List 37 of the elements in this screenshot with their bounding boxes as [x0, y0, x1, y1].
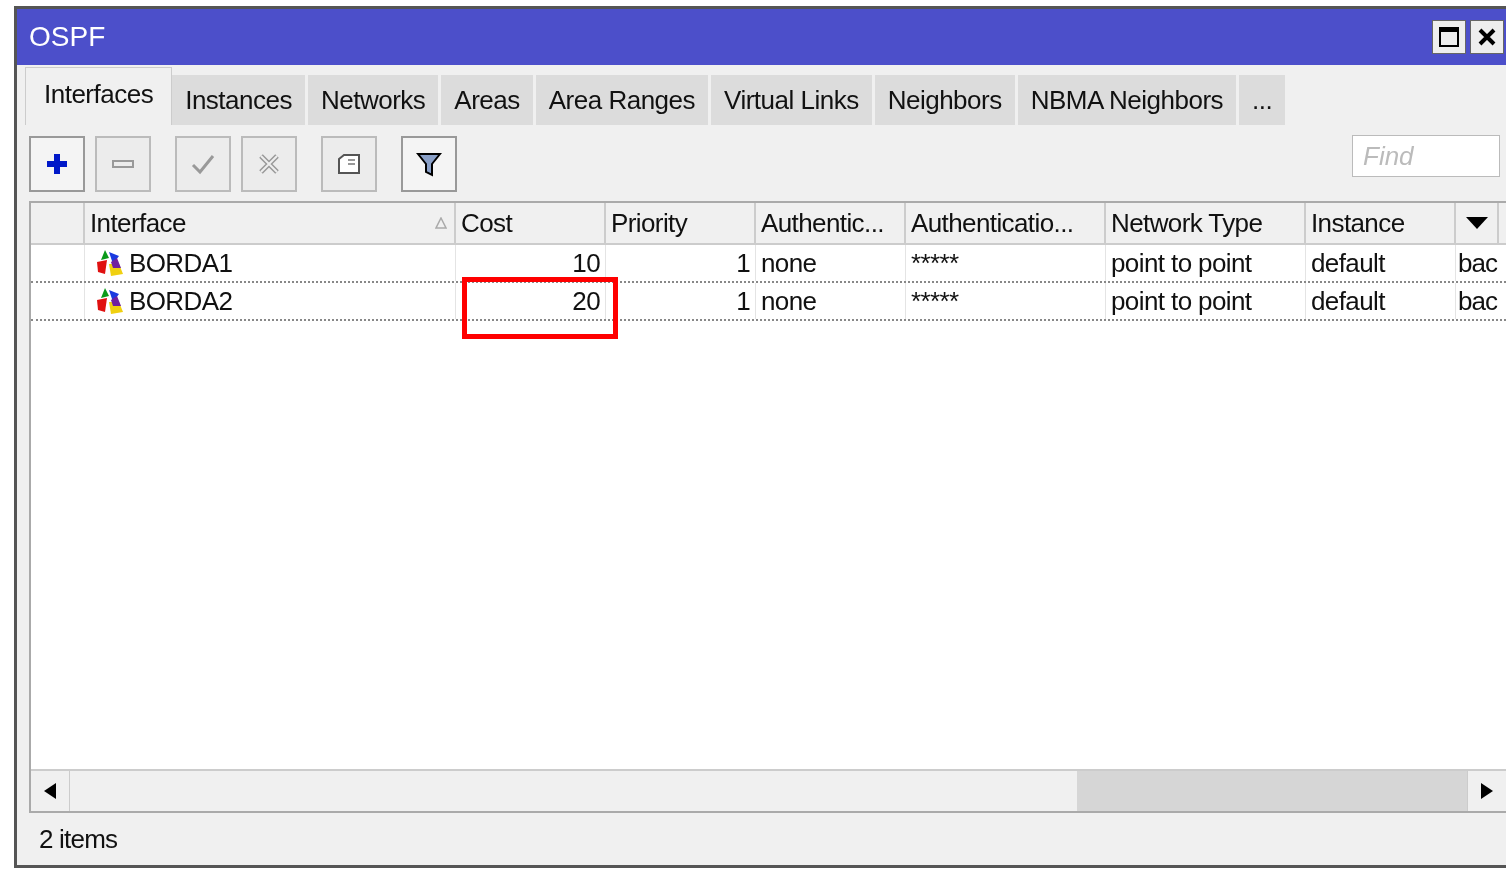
- scrollbar-thumb[interactable]: [1077, 771, 1467, 811]
- close-button[interactable]: [1470, 20, 1504, 54]
- tab[interactable]: Virtual Links: [711, 75, 875, 125]
- find-field[interactable]: Find: [1352, 135, 1500, 177]
- table-cell: *****: [906, 245, 1106, 281]
- table-cell: point to point: [1106, 283, 1306, 319]
- item-count: 2 items: [39, 823, 118, 855]
- plus-icon: [44, 151, 70, 177]
- table-cell: default: [1306, 245, 1456, 281]
- horizontal-scrollbar[interactable]: [31, 769, 1506, 811]
- filter-icon: [416, 151, 442, 177]
- table-cell: point to point: [1106, 245, 1306, 281]
- tab[interactable]: Areas: [441, 75, 536, 125]
- filter-button[interactable]: [401, 136, 457, 192]
- table-cell: BORDA2: [85, 283, 456, 319]
- table-cell: *****: [906, 283, 1106, 319]
- table-cell: BORDA1: [85, 245, 456, 281]
- tab[interactable]: Area Ranges: [535, 75, 711, 125]
- maximize-button[interactable]: [1432, 20, 1466, 54]
- table-cell: none: [756, 245, 906, 281]
- table-cell: 1: [606, 283, 756, 319]
- tab[interactable]: Neighbors: [874, 75, 1018, 125]
- table-cell: default: [1306, 283, 1456, 319]
- table-cell: none: [756, 283, 906, 319]
- tab[interactable]: Interfaces: [25, 67, 173, 125]
- tab[interactable]: Instances: [172, 75, 308, 125]
- close-icon: [1476, 26, 1498, 48]
- table-cell-text: bac: [1457, 284, 1498, 318]
- table-cell-text: bac: [1457, 246, 1498, 280]
- table-cell: 10: [456, 245, 606, 281]
- add-button[interactable]: [29, 136, 85, 192]
- note-icon: [336, 151, 362, 177]
- table-cell: 1: [606, 245, 756, 281]
- table-cell: 20: [456, 283, 606, 319]
- dropdown-icon: [1465, 217, 1488, 229]
- window-title: OSPF: [29, 21, 106, 53]
- maximize-icon: [1438, 26, 1460, 48]
